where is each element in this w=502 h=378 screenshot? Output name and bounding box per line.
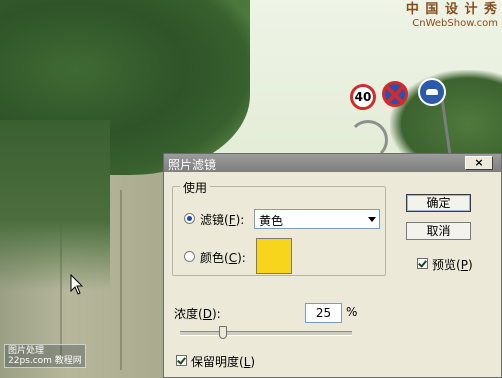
ok-button[interactable]: 确定 [406, 194, 471, 212]
density-slider-track[interactable] [180, 331, 352, 336]
use-group-label: 使用 [180, 179, 211, 196]
close-button[interactable]: × [465, 156, 493, 170]
speed-limit-sign: 40 [350, 84, 376, 110]
no-parking-sign [382, 81, 408, 107]
color-radio-label[interactable]: 颜色(C): [200, 249, 246, 266]
preview-label[interactable]: 预览(P) [432, 256, 473, 273]
dialog-title: 照片滤镜 [168, 158, 217, 172]
close-icon: × [474, 156, 484, 169]
ivy-foliage-lower [0, 120, 110, 290]
watermark-url: CnWebShow.com [412, 18, 498, 29]
car-sign [418, 78, 446, 106]
filter-radio[interactable] [184, 213, 195, 224]
preserve-luminosity-label[interactable]: 保留明度(L) [191, 353, 255, 370]
color-swatch[interactable] [256, 238, 292, 274]
density-unit: % [346, 305, 358, 319]
filter-radio-label[interactable]: 滤镜(F): [200, 211, 244, 228]
color-radio[interactable] [184, 251, 195, 262]
filter-select-value: 黄色 [259, 214, 284, 228]
filter-select[interactable]: 黄色 [254, 209, 380, 229]
cancel-button[interactable]: 取消 [406, 222, 471, 240]
watermark-title: 中 国 设 计 秀 [405, 2, 498, 17]
dialog-titlebar[interactable]: 照片滤镜 × [164, 154, 501, 172]
density-input[interactable]: 25 [305, 303, 342, 323]
density-slider-thumb[interactable] [219, 326, 227, 339]
preserve-luminosity-checkbox[interactable] [176, 355, 187, 366]
watermark-bottom: 图片处理 22ps.com 教程网 [4, 344, 86, 368]
photo-filter-dialog: 照片滤镜 × 使用 滤镜(F): 黄色 颜色(C): 确定 取消 预览(P) 浓… [163, 153, 502, 378]
watermark-top: 中 国 设 计 秀 CnWebShow.com [406, 3, 498, 31]
density-label: 浓度(D): [174, 307, 221, 321]
preview-checkbox[interactable] [417, 258, 428, 269]
chevron-down-icon [368, 217, 376, 222]
